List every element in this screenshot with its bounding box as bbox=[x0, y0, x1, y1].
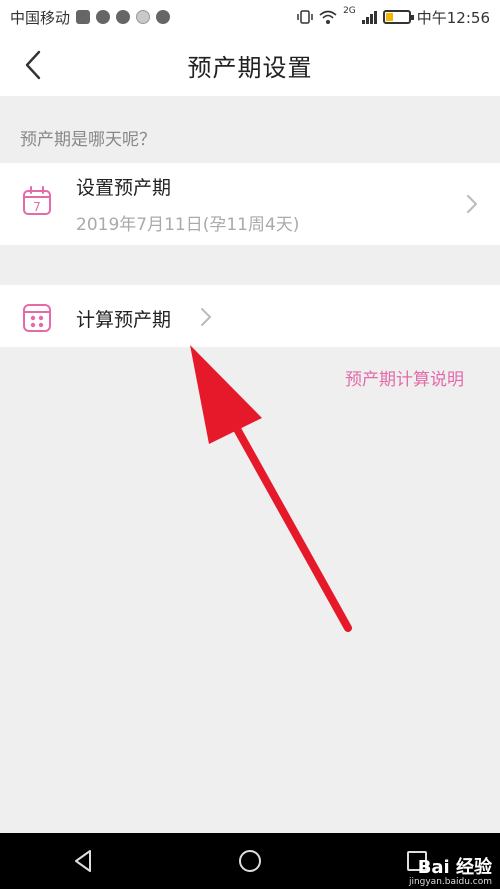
calculate-due-date-label: 计算预产期 bbox=[76, 309, 172, 331]
battery-icon bbox=[382, 10, 414, 24]
status-right: 2G 中午12:56 bbox=[297, 6, 490, 28]
carrier-name: 中国移动 bbox=[10, 8, 71, 27]
chevron-left-icon bbox=[25, 50, 41, 80]
chevron-right-icon bbox=[467, 195, 477, 213]
watermark-logo: Bai 经验 bbox=[417, 857, 492, 878]
network-type: 2G bbox=[343, 6, 356, 16]
triangle-back-icon bbox=[75, 850, 92, 872]
nav-back-button[interactable] bbox=[70, 848, 96, 874]
shield-notification-icon bbox=[136, 10, 151, 24]
calculate-due-date-row[interactable] bbox=[0, 285, 500, 347]
signal-icon bbox=[361, 10, 377, 24]
calculator-grid-icon bbox=[23, 304, 51, 332]
vibrate-icon bbox=[297, 10, 313, 24]
clock: 中午12:56 bbox=[416, 8, 490, 27]
chevron-right-icon bbox=[201, 308, 211, 326]
status-left: 中国移动 bbox=[10, 7, 171, 28]
wifi-icon bbox=[319, 10, 337, 24]
nav-home-button[interactable] bbox=[237, 848, 263, 874]
status-bar: 中国移动 2G 中午12:56 bbox=[0, 0, 500, 34]
section-question: 预产期是哪天呢？ bbox=[20, 130, 156, 150]
page-title: 预产期设置 bbox=[187, 53, 313, 82]
calendar-7-icon: 7 bbox=[23, 186, 51, 215]
header-bar: 预产期设置 bbox=[0, 34, 500, 96]
compass-notification-icon bbox=[156, 10, 171, 24]
app-notification-icon bbox=[96, 10, 111, 24]
circle-home-icon bbox=[238, 850, 261, 872]
notification-icon bbox=[76, 10, 91, 24]
back-button[interactable] bbox=[18, 48, 48, 82]
calendar-day-number: 7 bbox=[33, 200, 41, 214]
watermark-url: jingyan.baidu.com bbox=[408, 877, 492, 887]
due-date-explanation-link[interactable]: 预产期计算说明 bbox=[345, 365, 464, 390]
chat-notification-icon bbox=[116, 10, 131, 24]
set-due-date-label: 设置预产期 bbox=[76, 177, 172, 199]
due-date-value: 2019年7月11日(孕11周4天) bbox=[76, 215, 300, 235]
